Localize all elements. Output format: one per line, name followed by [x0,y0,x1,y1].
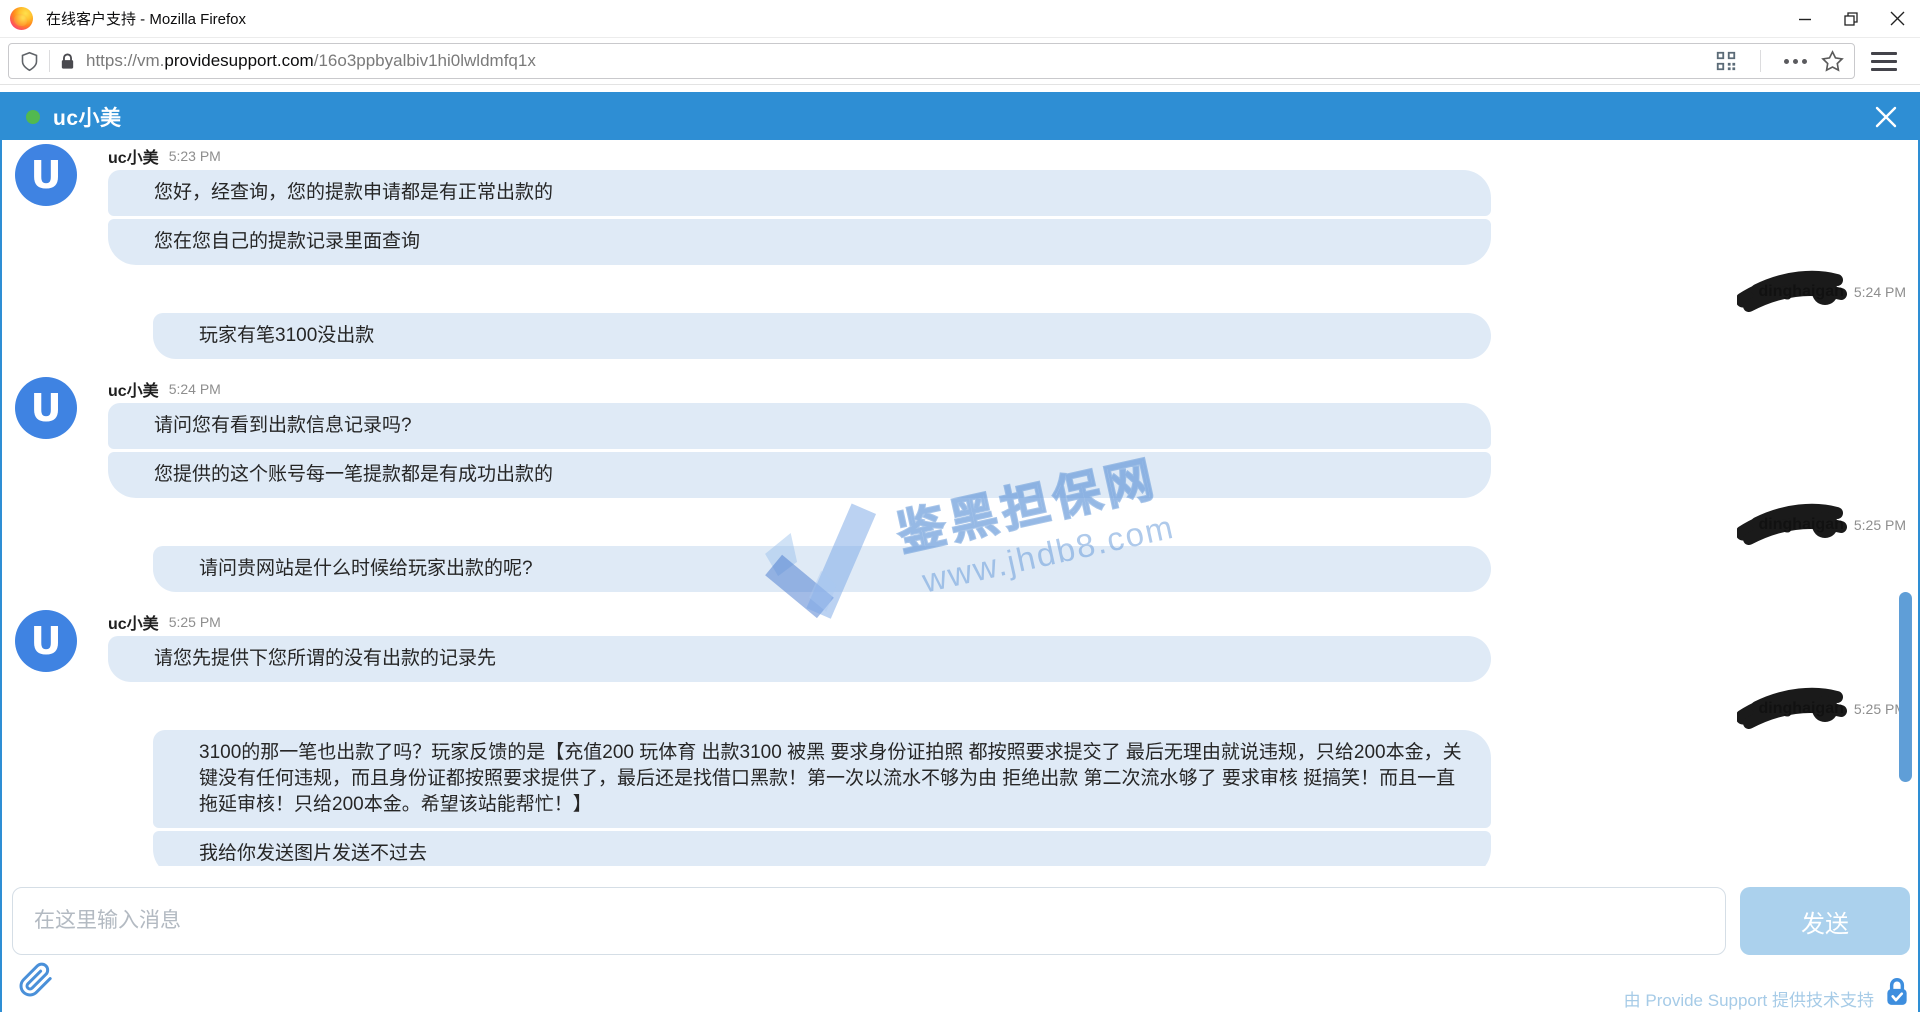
secure-lock-icon [1884,976,1910,1006]
chat-message-bubble: 请问贵网站是什么时候给玩家出款的呢? [153,546,1491,592]
menu-button[interactable] [1871,52,1897,71]
chat-message-bubble: 请您先提供下您所谓的没有出款的记录先 [108,636,1491,682]
minimize-icon [1798,12,1812,26]
close-icon [1873,104,1899,130]
message-author: dinghaigan [1759,700,1844,718]
send-button[interactable]: 发送 [1740,887,1910,955]
chat-message-bubble: 3100的那一笔也出款了吗？玩家反馈的是【充值200 玩体育 出款3100 被黑… [153,730,1491,828]
close-icon [1890,11,1905,26]
chat-message-bubble: 玩家有笔3100没出款 [153,313,1491,359]
maximize-button[interactable] [1828,0,1874,37]
chat-message-bubble: 我给你发送图片发送不过去 [153,831,1491,866]
agent-message-group: U uc小美 5:25 PM 请您先提供下您所谓的没有出款的记录先 [2,610,1918,682]
scrollbar-thumb[interactable] [1899,592,1912,782]
chat-message-bubble: 您提供的这个账号每一笔提款都是有成功出款的 [108,452,1491,498]
message-time: 5:24 PM [169,381,221,397]
chat-message-bubble: 请问您有看到出款信息记录吗? [108,403,1491,449]
message-time: 5:25 PM [1854,517,1906,533]
chat-message-bubble: 您好，经查询，您的提款申请都是有正常出款的 [108,170,1491,216]
bookmark-star-icon[interactable] [1821,50,1844,73]
minimize-button[interactable] [1782,0,1828,37]
agent-message-group: U uc小美 5:24 PM 请问您有看到出款信息记录吗?您提供的这个账号每一笔… [2,377,1918,498]
user-message-group: dinghaigan 5:24 PM 玩家有笔3100没出款 [2,279,1918,359]
agent-avatar: U [15,144,77,206]
browser-toolbar: https://vm.providesupport.com/16o3ppbyal… [0,37,1920,85]
lock-icon [59,52,76,71]
message-author: uc小美 [108,144,159,168]
user-message-group: dinghaigan 5:25 PM 3100的那一笔也出款了吗？玩家反馈的是【… [2,696,1918,866]
message-author: dinghaigan [1759,283,1844,301]
browser-titlebar: 在线客户支持 - Mozilla Firefox [0,0,1920,37]
message-time: 5:24 PM [1854,284,1906,300]
agent-message-group: U uc小美 5:23 PM 您好，经查询，您的提款申请都是有正常出款的您在您自… [2,144,1918,265]
agent-avatar: U [15,610,77,672]
chat-agent-name: uc小美 [53,102,122,132]
url-text[interactable]: https://vm.providesupport.com/16o3ppbyal… [86,51,1707,71]
chat-message-bubble: 您在您自己的提款记录里面查询 [108,219,1491,265]
message-list[interactable]: U uc小美 5:23 PM 您好，经查询，您的提款申请都是有正常出款的您在您自… [2,140,1918,866]
chat-input-zone: 发送 由 Provide Support 提供技术支持 [2,866,1918,1012]
firefox-icon [10,7,33,30]
message-input[interactable] [12,887,1726,955]
restore-icon [1843,11,1859,27]
urlbar[interactable]: https://vm.providesupport.com/16o3ppbyal… [8,43,1855,79]
message-time: 5:23 PM [169,148,221,164]
chat-widget: uc小美 U uc小美 5:23 PM 您好，经查询，您的提款申请都是有正常出款… [0,92,1920,1012]
message-author: uc小美 [108,377,159,401]
online-status-dot [26,110,40,124]
chat-close-button[interactable] [1872,103,1900,131]
message-time: 5:25 PM [169,614,221,630]
tracking-shield-icon[interactable] [19,51,40,72]
close-button[interactable] [1874,0,1920,37]
powered-by-text[interactable]: 由 Provide Support 提供技术支持 [1624,986,1874,1011]
user-message-group: dinghaigan 5:25 PM 请问贵网站是什么时候给玩家出款的呢? [2,512,1918,592]
screen: 在线客户支持 - Mozilla Firefox https:/ [0,0,1920,1012]
attach-file-icon[interactable] [18,962,54,998]
agent-avatar: U [15,377,77,439]
message-author: dinghaigan [1759,516,1844,534]
urlbar-divider2 [1760,50,1761,72]
urlbar-divider [49,50,50,72]
window-title: 在线客户支持 - Mozilla Firefox [46,8,246,29]
qr-code-icon[interactable] [1715,50,1737,72]
page-actions-icon[interactable] [1784,59,1807,64]
message-author: uc小美 [108,610,159,634]
chat-header: uc小美 [2,94,1918,140]
